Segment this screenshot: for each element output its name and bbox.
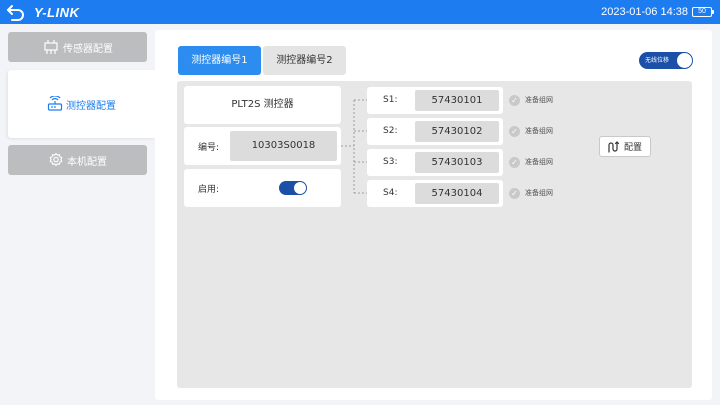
toggle-knob	[677, 53, 692, 68]
check-circle-icon: ✓	[509, 156, 520, 168]
sensor-id-field[interactable]: 57430101	[415, 90, 499, 111]
check-circle-icon: ✓	[509, 94, 520, 106]
sensor-id-field[interactable]: 57430103	[415, 152, 499, 173]
sidebar-item-label: 传感器配置	[63, 43, 113, 55]
sidebar-item-label: 本机配置	[67, 156, 107, 168]
sidebar-item-local-config[interactable]: 本机配置	[8, 145, 147, 175]
main-panel: 测控器编号1 测控器编号2 无线位移 PLT2S 测控器 编号: 10303S0…	[155, 30, 712, 400]
sidebar-item-controller-config[interactable]: 测控器配置	[8, 70, 155, 138]
wireless-displacement-toggle[interactable]: 无线位移	[639, 52, 693, 69]
status-text: 准备组网	[525, 158, 553, 166]
sensor-label: S4:	[383, 188, 398, 198]
tab-controller-1[interactable]: 测控器编号1	[178, 46, 261, 75]
app-logo: Y-LINK	[34, 5, 80, 20]
status-text: 准备组网	[525, 96, 553, 104]
status-text: 准备组网	[525, 127, 553, 135]
gear-icon	[49, 152, 63, 167]
back-icon[interactable]	[6, 3, 26, 21]
check-circle-icon: ✓	[509, 187, 520, 199]
tab-controller-2[interactable]: 测控器编号2	[263, 46, 346, 75]
toggle-label: 无线位移	[645, 57, 670, 64]
sensor-icon	[44, 40, 58, 54]
top-bar: Y-LINK 2023-01-06 14:38 50	[0, 0, 720, 24]
datetime-display: 2023-01-06 14:38	[601, 6, 688, 18]
sensor-id-field[interactable]: 57430104	[415, 183, 499, 204]
connector-lines	[341, 99, 367, 194]
sidebar-item-sensor-config[interactable]: 传感器配置	[8, 32, 147, 62]
config-button[interactable]: 配置	[599, 136, 651, 157]
router-icon	[47, 96, 63, 111]
signal-wave-icon	[608, 140, 620, 153]
sensor-status: ✓ 准备组网	[509, 156, 553, 168]
controller-content: PLT2S 测控器 编号: 10303S0018 启用: S1: 5743010…	[177, 81, 692, 388]
status-text: 准备组网	[525, 189, 553, 197]
sensor-label: S1:	[383, 95, 398, 105]
sensor-status: ✓ 准备组网	[509, 187, 553, 199]
battery-icon: 50	[692, 7, 714, 17]
sensor-status: ✓ 准备组网	[509, 94, 553, 106]
sensor-id-field[interactable]: 57430102	[415, 121, 499, 142]
sensor-row-s4: S4: 57430104	[367, 180, 503, 207]
sensor-status: ✓ 准备组网	[509, 125, 553, 137]
sensor-row-s1: S1: 57430101	[367, 87, 503, 114]
sensor-label: S3:	[383, 157, 398, 167]
check-circle-icon: ✓	[509, 125, 520, 137]
sensor-row-s3: S3: 57430103	[367, 149, 503, 176]
config-button-label: 配置	[623, 143, 642, 153]
sidebar-item-label: 测控器配置	[66, 100, 116, 112]
sensor-row-s2: S2: 57430102	[367, 118, 503, 145]
sensor-label: S2:	[383, 126, 398, 136]
